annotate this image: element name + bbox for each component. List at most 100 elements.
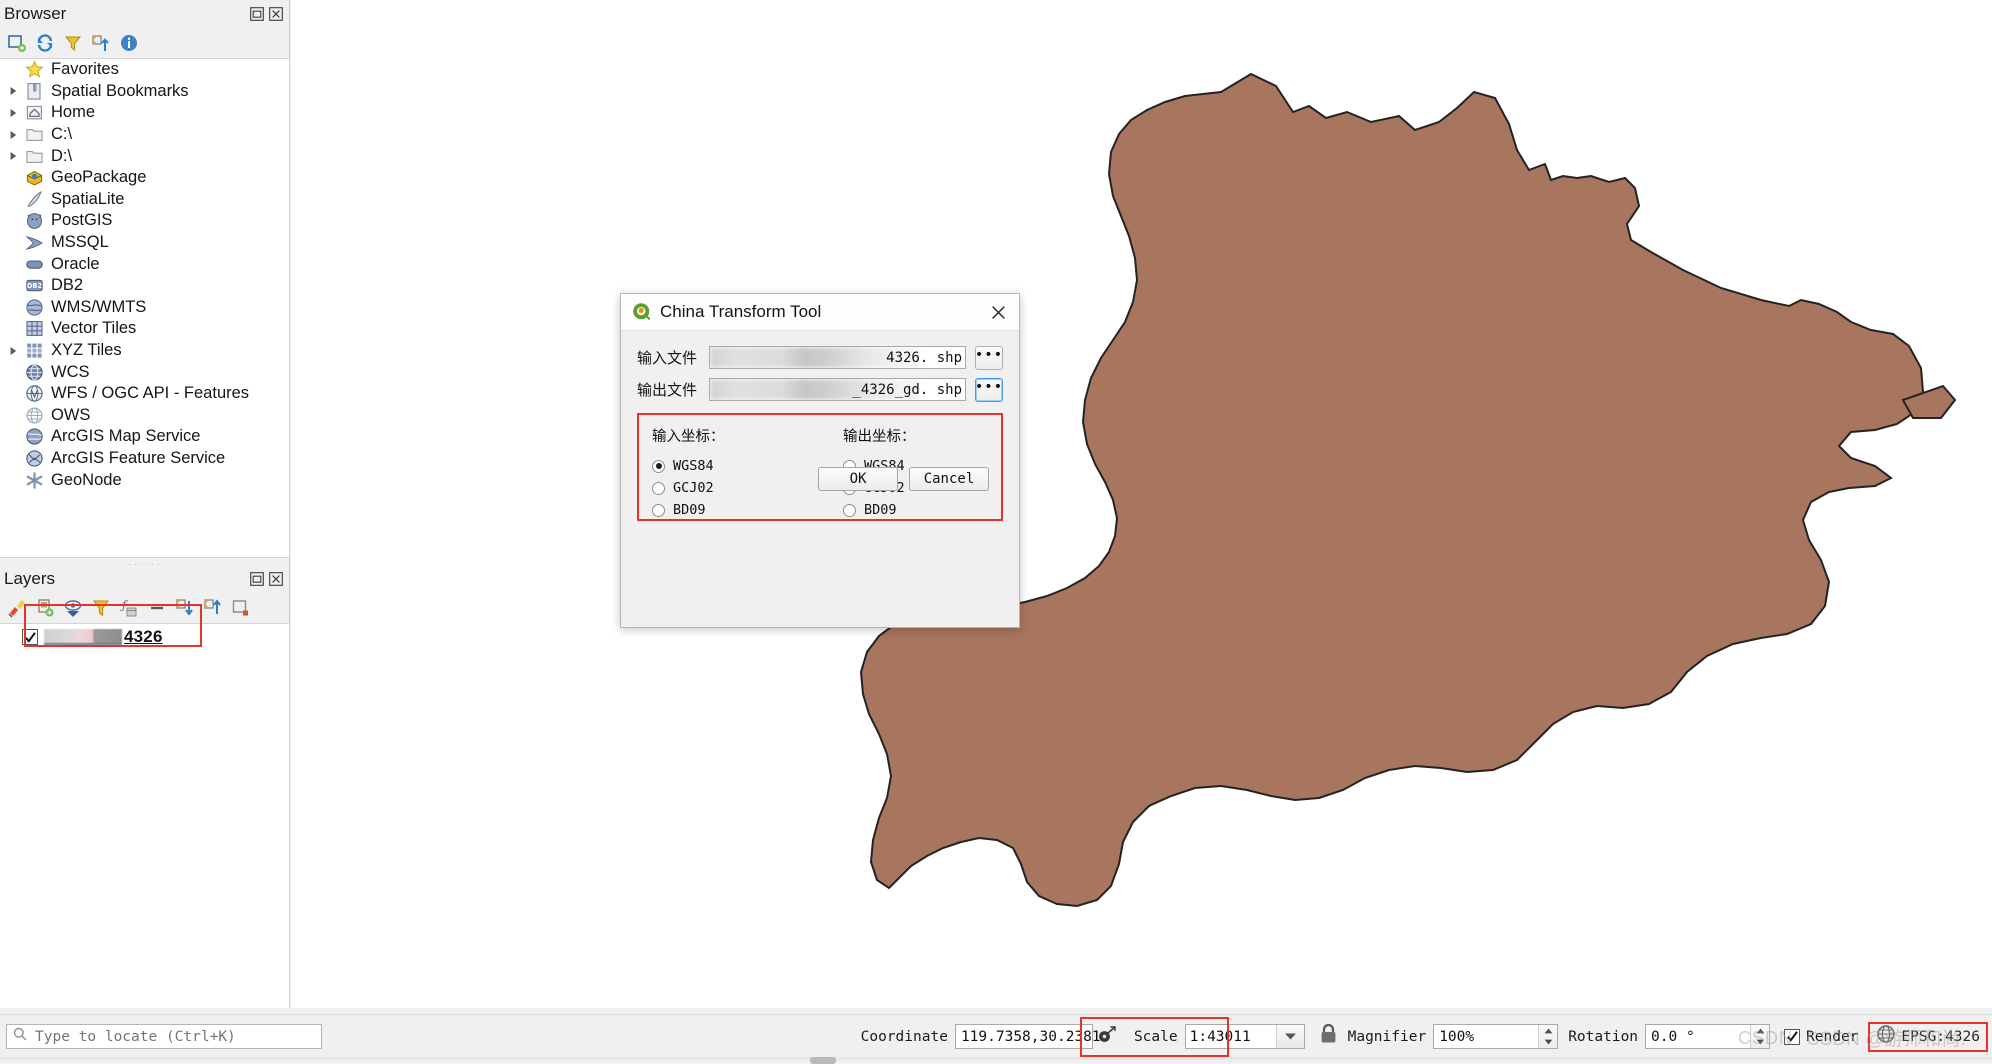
refresh-icon[interactable]	[32, 30, 58, 56]
browser-item-wcs[interactable]: WCS	[0, 361, 289, 383]
chevron-right-icon[interactable]	[4, 86, 22, 96]
ok-button[interactable]: OK	[818, 467, 898, 491]
browse-output-file-button[interactable]: •••	[975, 377, 1003, 402]
collapse-all-icon[interactable]	[88, 30, 114, 56]
output-radio-bd09[interactable]: BD09	[843, 499, 1001, 521]
browser-item-wms-wmts[interactable]: WMS/WMTS	[0, 297, 289, 319]
chevron-right-icon[interactable]	[4, 130, 22, 140]
remove-layer-icon[interactable]	[228, 595, 254, 621]
scale-combobox[interactable]: 1:43011	[1184, 1024, 1305, 1049]
layer-list-item[interactable]: 4326	[0, 624, 289, 650]
browser-item-postgis[interactable]: PostGIS	[0, 210, 289, 232]
browser-item-vector-tiles[interactable]: Vector Tiles	[0, 318, 289, 340]
collapse-all-icon[interactable]	[172, 595, 198, 621]
coordinate-field[interactable]: 119.7358,30.2381	[954, 1024, 1101, 1049]
cancel-button[interactable]: Cancel	[909, 467, 989, 491]
info-icon[interactable]	[116, 30, 142, 56]
crs-status-button[interactable]: EPSG:4326	[1868, 1021, 1988, 1052]
crs-globe-icon	[1876, 1024, 1896, 1049]
search-input[interactable]	[33, 1027, 303, 1046]
layer-visibility-checkbox[interactable]	[22, 629, 38, 645]
filter-icon[interactable]	[60, 30, 86, 56]
layers-panel-title: Layers	[4, 569, 56, 588]
radio-indicator	[843, 503, 856, 517]
toggle-coordinate-capture-icon[interactable]	[1097, 1024, 1118, 1050]
browser-item-oracle[interactable]: Oracle	[0, 253, 289, 275]
browser-item-favorites[interactable]: Favorites	[0, 59, 289, 81]
browser-item-home[interactable]: Home	[0, 102, 289, 124]
locator-bar[interactable]	[6, 1024, 322, 1049]
star-icon	[22, 60, 46, 80]
dialog-titlebar[interactable]: China Transform Tool	[621, 294, 1019, 331]
spin-up-icon[interactable]	[1751, 1025, 1769, 1037]
scale-value: 1:43011	[1189, 1028, 1251, 1045]
qgis-logo-icon	[632, 302, 652, 322]
filter-legend-icon[interactable]	[88, 595, 114, 621]
browser-item-label: OWS	[51, 405, 91, 424]
render-label: Render	[1806, 1028, 1859, 1045]
close-icon[interactable]	[985, 299, 1011, 325]
spin-down-icon[interactable]	[1539, 1037, 1557, 1049]
rotation-spin-buttons[interactable]	[1750, 1025, 1770, 1049]
render-checkbox[interactable]	[1784, 1028, 1801, 1045]
browser-item-spatialite[interactable]: SpatiaLite	[0, 189, 289, 211]
spin-up-icon[interactable]	[1539, 1025, 1557, 1037]
add-layer-icon[interactable]	[4, 30, 30, 56]
horizontal-scrollbar[interactable]	[0, 1057, 1992, 1064]
browser-item-geonode[interactable]: GeoNode	[0, 469, 289, 491]
layers-panel-header: Layers	[0, 565, 289, 593]
expand-all-icon[interactable]	[144, 595, 170, 621]
open-layer-styling-icon[interactable]	[4, 595, 30, 621]
map-canvas[interactable]	[291, 0, 1992, 1008]
chevron-down-icon[interactable]	[1275, 1025, 1304, 1048]
magnifier-spin-buttons[interactable]	[1538, 1025, 1558, 1049]
browser-item-arcgis-map-service[interactable]: ArcGIS Map Service	[0, 426, 289, 448]
add-group-icon[interactable]	[32, 595, 58, 621]
browser-panel-header: Browser	[0, 0, 289, 28]
browser-item-c[interactable]: C:\	[0, 124, 289, 146]
browser-item-wfs-ogc-api-features[interactable]: WFS / OGC API - Features	[0, 383, 289, 405]
output-file-field[interactable]: _4326_gd. shp	[709, 378, 966, 401]
manage-map-themes-icon[interactable]	[60, 595, 86, 621]
dialog-title: China Transform Tool	[660, 302, 822, 321]
browser-item-d[interactable]: D:\	[0, 145, 289, 167]
browser-item-geopackage[interactable]: GeoPackage	[0, 167, 289, 189]
input-radio-wgs84[interactable]: WGS84	[652, 455, 820, 477]
map-vector-layer	[291, 0, 1992, 1008]
radio-label: WGS84	[673, 458, 714, 474]
rotation-spinbox[interactable]: 0.0 °	[1645, 1024, 1771, 1049]
browser-item-mssql[interactable]: MSSQL	[0, 232, 289, 254]
browser-item-arcgis-feature-service[interactable]: ArcGIS Feature Service	[0, 448, 289, 470]
folder-icon	[22, 125, 46, 145]
filter-legend-expression-icon[interactable]: ƒ	[116, 595, 142, 621]
china-transform-tool-dialog[interactable]: China Transform Tool 输入文件 4326. shp ••• …	[620, 293, 1020, 628]
mssql-icon	[22, 233, 46, 253]
browser-tree[interactable]: Favorites Spatial Bookmarks Home C:\ D:\ GeoP…	[0, 58, 289, 558]
spin-down-icon[interactable]	[1751, 1037, 1769, 1049]
browser-item-ows[interactable]: OWS	[0, 405, 289, 427]
chevron-right-icon[interactable]	[4, 151, 22, 161]
expand-tree-icon[interactable]	[200, 595, 226, 621]
browser-item-label: Oracle	[51, 254, 100, 273]
chevron-right-icon[interactable]	[4, 346, 22, 356]
undock-icon[interactable]	[249, 6, 264, 21]
close-icon[interactable]	[268, 6, 283, 21]
browser-item-xyz-tiles[interactable]: XYZ Tiles	[0, 340, 289, 362]
scrollbar-thumb[interactable]	[810, 1057, 836, 1064]
undock-icon[interactable]	[249, 571, 264, 586]
lock-icon[interactable]	[1319, 1023, 1338, 1050]
browser-item-spatial-bookmarks[interactable]: Spatial Bookmarks	[0, 81, 289, 103]
chevron-right-icon[interactable]	[4, 108, 22, 118]
layers-tree[interactable]: 4326	[0, 623, 289, 1008]
close-icon[interactable]	[268, 571, 283, 586]
browser-item-db2[interactable]: DB2 DB2	[0, 275, 289, 297]
input-radio-gcj02[interactable]: GCJ02	[652, 477, 820, 499]
magnifier-spinbox[interactable]: 100%	[1433, 1024, 1559, 1049]
layer-name: 4326	[124, 627, 163, 646]
search-icon	[13, 1027, 27, 1046]
browser-item-label: SpatiaLite	[51, 189, 125, 208]
input-file-field[interactable]: 4326. shp	[709, 346, 966, 369]
home-icon	[22, 103, 46, 123]
browse-input-file-button[interactable]: •••	[975, 345, 1003, 370]
input-radio-bd09[interactable]: BD09	[652, 499, 820, 521]
